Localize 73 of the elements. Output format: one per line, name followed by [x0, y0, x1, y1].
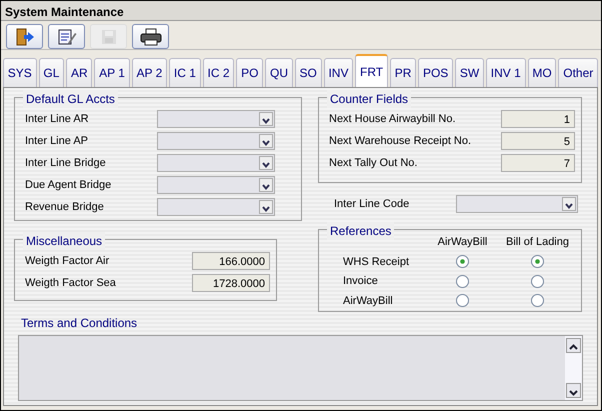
tab[interactable]: INV 1 — [486, 58, 526, 87]
field-label: Inter Line AR — [25, 112, 89, 127]
notepad-icon — [56, 28, 76, 46]
tab[interactable]: INV — [324, 58, 354, 87]
scroll-down-button[interactable] — [566, 383, 581, 398]
dropdown-field[interactable] — [157, 198, 275, 216]
number-field[interactable]: 1728.0000 — [192, 274, 270, 292]
door-button[interactable] — [6, 24, 43, 49]
tab[interactable]: IC 2 — [202, 58, 234, 87]
radio-button[interactable] — [531, 255, 544, 268]
printer-icon — [140, 28, 162, 46]
tab[interactable]: SYS — [3, 58, 37, 87]
window-title: System Maintenance — [1, 1, 601, 21]
field-label: Due Agent Bridge — [25, 178, 112, 193]
field-label: Next House Airwaybill No. — [329, 112, 456, 127]
tab[interactable]: GL — [38, 58, 64, 87]
number-field[interactable]: 166.0000 — [192, 252, 270, 270]
dropdown-button[interactable] — [259, 134, 273, 148]
floppy-icon — [100, 28, 118, 46]
dropdown-button[interactable] — [259, 178, 273, 192]
printer-button[interactable] — [132, 24, 169, 49]
dropdown-field[interactable] — [456, 195, 578, 213]
field-label: Weigth Factor Air — [25, 254, 110, 269]
dropdown-button[interactable] — [259, 112, 273, 126]
radio-button[interactable] — [456, 294, 469, 308]
dropdown-button[interactable] — [259, 200, 273, 214]
tab[interactable]: SW — [455, 58, 484, 87]
field-label: Inter Line Code — [334, 196, 410, 212]
tab[interactable]: MO — [528, 58, 556, 87]
tab[interactable]: Other — [558, 58, 598, 87]
group-title: References — [327, 222, 394, 240]
tab[interactable]: SO — [294, 58, 322, 87]
group-title: Counter Fields — [327, 90, 412, 108]
scroll-up-button[interactable] — [566, 338, 581, 353]
dropdown-button[interactable] — [562, 197, 576, 211]
row-label: WHS Receipt — [342, 254, 410, 270]
number-field[interactable]: 7 — [501, 154, 575, 172]
row-label: AirWayBill — [342, 294, 394, 308]
field-label: Next Warehouse Receipt No. — [329, 134, 472, 149]
section-title: Terms and Conditions — [21, 315, 138, 332]
group-title: Miscellaneous — [23, 232, 106, 250]
dropdown-button[interactable] — [259, 156, 273, 170]
field-label: Inter Line AP — [25, 134, 88, 149]
field-label: Next Tally Out No. — [329, 156, 418, 171]
tab[interactable]: AR — [66, 58, 92, 87]
number-field[interactable]: 1 — [501, 110, 575, 128]
dropdown-field[interactable] — [157, 154, 275, 172]
radio-button[interactable] — [456, 274, 469, 288]
row-label: Invoice — [342, 274, 379, 289]
radio-button[interactable] — [456, 255, 469, 268]
field-label: Revenue Bridge — [25, 200, 104, 215]
tab[interactable]: AP 1 — [94, 58, 130, 87]
dropdown-field[interactable] — [157, 132, 275, 150]
tab[interactable]: PO — [236, 58, 264, 87]
scrollbar[interactable] — [565, 336, 582, 400]
tab[interactable]: IC 1 — [169, 58, 201, 87]
number-field[interactable]: 5 — [501, 132, 575, 150]
tab[interactable]: PR — [390, 58, 416, 87]
radio-button[interactable] — [531, 274, 544, 288]
radio-button[interactable] — [531, 294, 544, 308]
door-icon — [14, 28, 34, 46]
notepad-button[interactable] — [48, 24, 85, 49]
column-header: Bill of Lading — [506, 235, 569, 250]
tab[interactable]: QU — [265, 58, 293, 87]
column-header: AirWayBill — [438, 235, 488, 250]
dropdown-field[interactable] — [157, 110, 275, 128]
tab[interactable]: POS — [418, 58, 454, 87]
dropdown-field[interactable] — [157, 176, 275, 194]
tab[interactable]: FRT — [355, 54, 388, 87]
tab[interactable]: AP 2 — [132, 58, 168, 87]
field-label: Inter Line Bridge — [25, 156, 106, 171]
field-label: Weigth Factor Sea — [25, 276, 116, 291]
group-title: Default GL Accts — [23, 90, 118, 108]
